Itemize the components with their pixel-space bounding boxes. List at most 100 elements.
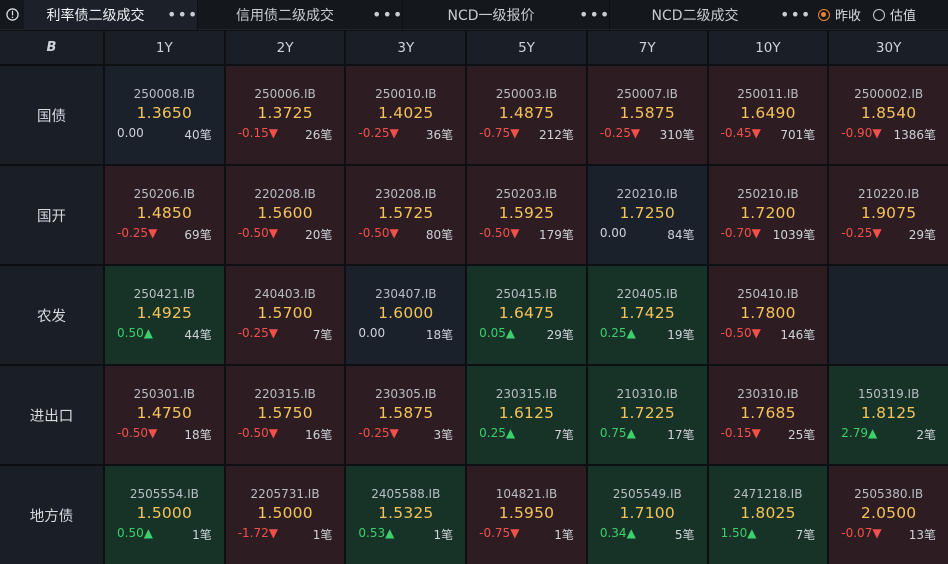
more-menu-icon[interactable]: ••• <box>579 0 609 30</box>
yield-price: 1.4925 <box>136 304 193 322</box>
bond-code: 250011.IB <box>737 87 799 101</box>
more-menu-icon[interactable]: ••• <box>372 0 402 30</box>
quote-cell[interactable]: 2505549.IB 1.7100 0.34▲ 5笔 <box>587 466 707 564</box>
quote-cell[interactable]: 250008.IB 1.3650 0.00 40笔 <box>105 66 224 164</box>
more-menu-icon[interactable]: ••• <box>780 0 810 30</box>
tenor-header[interactable]: 5Y <box>467 31 586 64</box>
quote-cell[interactable]: 150319.IB 1.8125 2.79▲ 2笔 <box>829 366 948 464</box>
quote-cell[interactable]: 250206.IB 1.4850 -0.25▼ 69笔 <box>105 166 224 264</box>
bond-code: 250008.IB <box>133 87 196 101</box>
quote-meta: 2.79▲ 2笔 <box>837 426 940 443</box>
quote-cell[interactable]: 250003.IB 1.4875 -0.75▼ 212笔 <box>467 66 586 164</box>
down-arrow-icon: ▼ <box>510 226 520 240</box>
tab-bar: 利率债二级成交 ••• 信用债二级成交 ••• NCD一级报价 ••• NCD二… <box>0 0 948 30</box>
info-icon[interactable] <box>0 0 24 30</box>
trade-count: 29笔 <box>546 328 574 342</box>
tab-ncd-primary-quote[interactable]: NCD一级报价 ••• <box>403 0 609 30</box>
change-value: 0.50▲ <box>117 526 153 543</box>
tab-rate-bond-secondary[interactable]: 利率债二级成交 ••• <box>24 0 197 30</box>
quote-cell[interactable]: 104821.IB 1.5950 -0.75▼ 1笔 <box>467 466 586 564</box>
quote-cell[interactable]: 2505380.IB 2.0500 -0.07▼ 13笔 <box>829 466 948 564</box>
tenor-header[interactable]: 2Y <box>225 31 345 64</box>
quote-cell[interactable]: 250010.IB 1.4025 -0.25▼ 36笔 <box>346 66 466 164</box>
bond-code: 250003.IB <box>495 87 558 101</box>
quote-cell[interactable]: 250421.IB 1.4925 0.50▲ 44笔 <box>105 266 224 364</box>
tenor-header[interactable]: 30Y <box>829 31 948 64</box>
quote-cell[interactable]: 250301.IB 1.4750 -0.50▼ 18笔 <box>105 366 224 464</box>
bond-code: 250006.IB <box>254 87 316 101</box>
change-number: 0.34 <box>599 526 627 540</box>
up-arrow-icon: ▲ <box>505 326 516 340</box>
quote-cell[interactable]: 230310.IB 1.7685 -0.15▼ 25笔 <box>708 366 828 464</box>
tenor-header[interactable]: 10Y <box>708 31 828 64</box>
bond-code: 230315.IB <box>495 387 558 401</box>
quote-cell[interactable]: 210220.IB 1.9075 -0.25▼ 29笔 <box>829 166 948 264</box>
down-arrow-icon: ▼ <box>751 126 761 140</box>
corner-header: B <box>0 31 103 64</box>
quote-cell[interactable]: 2205731.IB 1.5000 -1.72▼ 1笔 <box>225 466 345 564</box>
radio-checked-icon[interactable] <box>818 8 830 21</box>
quote-cell[interactable]: 250007.IB 1.5875 -0.25▼ 310笔 <box>587 66 707 164</box>
yield-price: 1.4025 <box>378 104 434 122</box>
quote-cell[interactable]: 250011.IB 1.6490 -0.45▼ 701笔 <box>708 66 828 164</box>
quote-meta: 0.05▲ 29笔 <box>475 326 578 343</box>
tab-credit-bond-secondary[interactable]: 信用债二级成交 ••• <box>198 0 402 30</box>
quote-cell[interactable]: 250415.IB 1.6475 0.05▲ 29笔 <box>467 266 586 364</box>
quote-cell[interactable]: 230315.IB 1.6125 0.25▲ 7笔 <box>467 366 586 464</box>
row-label: 进出口 <box>0 366 103 464</box>
quote-cell[interactable]: 2405588.IB 1.5325 0.53▲ 1笔 <box>346 466 466 564</box>
radio-unchecked-icon[interactable] <box>873 8 886 21</box>
trade-count: 5笔 <box>674 528 695 542</box>
yield-price: 1.5875 <box>619 104 675 122</box>
yield-price: 1.7250 <box>619 204 675 222</box>
quote-cell[interactable]: 250203.IB 1.5925 -0.50▼ 179笔 <box>467 166 586 264</box>
quote-cell[interactable]: 2500002.IB 1.8540 -0.90▼ 1386笔 <box>829 66 948 164</box>
quote-cell[interactable]: 220210.IB 1.7250 0.00 84笔 <box>587 166 707 264</box>
quote-cell[interactable]: 2505554.IB 1.5000 0.50▲ 1笔 <box>105 466 224 564</box>
change-value: -0.75▼ <box>479 526 519 543</box>
quote-cell[interactable]: 240403.IB 1.5700 -0.25▼ 7笔 <box>225 266 345 364</box>
quote-cell[interactable]: 250210.IB 1.7200 -0.70▼ 1039笔 <box>708 166 828 264</box>
tenor-header[interactable]: 1Y <box>105 31 224 64</box>
quote-cell[interactable]: 230208.IB 1.5725 -0.50▼ 80笔 <box>346 166 466 264</box>
change-number: -1.72 <box>237 526 269 540</box>
change-value: -0.75▼ <box>479 126 519 143</box>
quote-cell[interactable]: 250410.IB 1.7800 -0.50▼ 146笔 <box>708 266 828 364</box>
down-arrow-icon: ▼ <box>148 426 158 440</box>
trade-count: 17笔 <box>667 428 695 442</box>
bond-code: 250007.IB <box>616 87 678 101</box>
change-number: -0.50 <box>237 426 269 440</box>
change-number: 0.25 <box>599 326 627 340</box>
more-menu-icon[interactable]: ••• <box>167 0 197 30</box>
tenor-header[interactable]: 3Y <box>346 31 466 64</box>
down-arrow-icon: ▼ <box>510 526 520 540</box>
quote-cell[interactable]: 230407.IB 1.6000 0.00 18笔 <box>346 266 466 364</box>
trade-count: 20笔 <box>305 228 333 242</box>
yield-price: 1.5600 <box>257 204 313 222</box>
quote-cell[interactable]: 220208.IB 1.5600 -0.50▼ 20笔 <box>225 166 345 264</box>
radio-prev-close[interactable]: 昨收 <box>818 5 861 24</box>
row-label: 国开 <box>0 166 103 264</box>
tenor-header[interactable]: 7Y <box>587 31 707 64</box>
change-number: 0.00 <box>358 326 386 340</box>
quote-cell[interactable]: 230305.IB 1.5875 -0.25▼ 3笔 <box>346 366 466 464</box>
trade-count: 44笔 <box>184 328 212 342</box>
down-arrow-icon: ▼ <box>268 226 278 240</box>
quote-cell[interactable]: 210310.IB 1.7225 0.75▲ 17笔 <box>587 366 707 464</box>
change-number: 2.79 <box>841 426 868 440</box>
radio-valuation[interactable]: 估值 <box>873 5 916 24</box>
quote-meta: -0.75▼ 1笔 <box>475 526 578 543</box>
quote-meta: -0.70▼ 1039笔 <box>717 226 820 243</box>
quote-cell-empty <box>829 266 948 364</box>
yield-price: 1.4850 <box>136 204 193 222</box>
change-number: -0.25 <box>117 226 149 240</box>
quote-cell[interactable]: 2471218.IB 1.8025 1.50▲ 7笔 <box>708 466 828 564</box>
tab-ncd-secondary[interactable]: NCD二级成交 ••• <box>610 0 810 30</box>
yield-price: 1.6475 <box>498 304 555 322</box>
yield-price: 1.5925 <box>498 204 555 222</box>
quote-cell[interactable]: 250006.IB 1.3725 -0.15▼ 26笔 <box>225 66 345 164</box>
change-value: -0.25▼ <box>358 126 398 143</box>
quote-cell[interactable]: 220315.IB 1.5750 -0.50▼ 16笔 <box>225 366 345 464</box>
quote-cell[interactable]: 220405.IB 1.7425 0.25▲ 19笔 <box>587 266 707 364</box>
yield-price: 1.4750 <box>136 404 193 422</box>
